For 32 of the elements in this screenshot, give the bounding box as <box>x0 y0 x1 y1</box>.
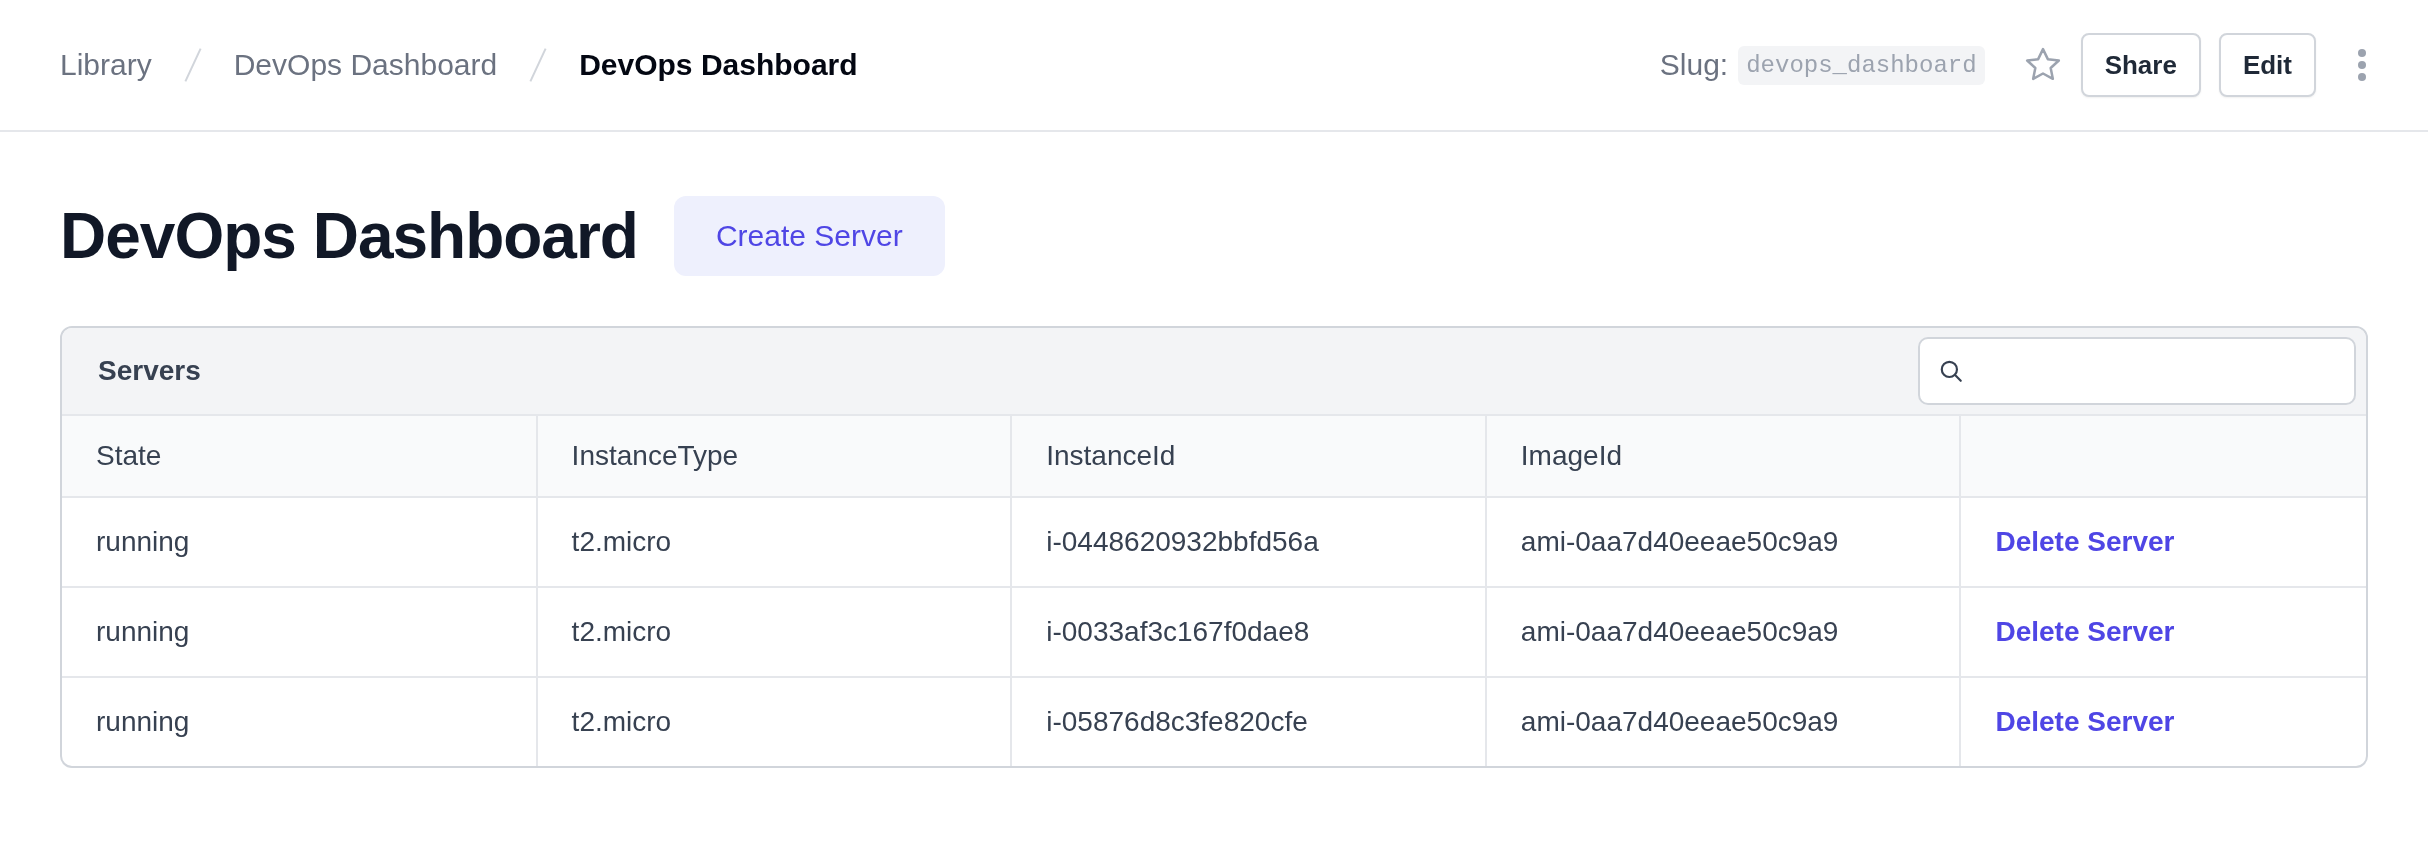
page-title: DevOps Dashboard <box>60 199 638 273</box>
slug-value: devops_dashboard <box>1738 45 1985 85</box>
table-cell: ami-0aa7d40eeae50c9a9 <box>1485 587 1961 677</box>
table-cell: running <box>62 677 537 766</box>
slug-label: Slug: <box>1659 48 1729 82</box>
header-button[interactable]: Share <box>2080 33 2201 97</box>
breadcrumb-current: DevOps Dashboard <box>579 48 858 82</box>
column-header: State <box>62 416 537 497</box>
column-header: InstanceId <box>1011 416 1486 497</box>
table-cell: ami-0aa7d40eeae50c9a9 <box>1485 497 1961 587</box>
delete-server-link[interactable]: Delete Server <box>1995 616 2175 647</box>
delete-server-link[interactable]: Delete Server <box>1995 706 2175 737</box>
column-header: ImageId <box>1485 416 1961 497</box>
column-header: InstanceType <box>536 416 1012 497</box>
table-cell: t2.micro <box>536 497 1012 587</box>
breadcrumb-link[interactable]: Library <box>60 48 152 82</box>
table-cell: running <box>62 497 537 587</box>
more-options-icon[interactable] <box>2356 48 2368 82</box>
table-cell: i-0448620932bbfd56a <box>1011 497 1486 587</box>
table-title: Servers <box>98 355 201 387</box>
table-cell: t2.micro <box>536 677 1012 766</box>
breadcrumb-link[interactable]: DevOps Dashboard <box>233 48 498 82</box>
table-cell: i-0033af3c167f0dae8 <box>1011 587 1486 677</box>
table-cell: ami-0aa7d40eeae50c9a9 <box>1485 677 1961 766</box>
create-server-button[interactable]: Create Server <box>673 196 945 276</box>
search-field[interactable] <box>1918 337 2356 405</box>
header-button[interactable]: Edit <box>2218 33 2316 97</box>
table-cell: running <box>62 587 537 677</box>
delete-server-link[interactable]: Delete Server <box>1995 526 2175 557</box>
table-cell: i-05876d8c3fe820cfe <box>1011 677 1486 766</box>
search-icon <box>1938 358 1964 384</box>
table-cell: t2.micro <box>536 587 1012 677</box>
